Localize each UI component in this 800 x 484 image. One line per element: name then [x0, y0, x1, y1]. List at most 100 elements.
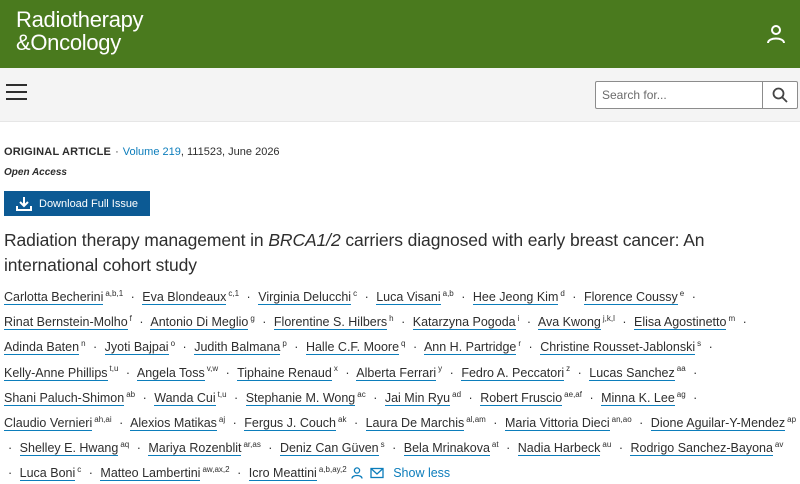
author-affiliation[interactable]: a,b,1 — [105, 289, 123, 298]
author-name[interactable]: Antonio Di Meglio — [150, 315, 249, 331]
author-affiliation[interactable]: ah,ai — [94, 415, 111, 424]
author-affiliation[interactable]: e — [680, 289, 684, 298]
author-name[interactable]: Luca Boni — [19, 466, 76, 482]
author-name[interactable]: Ann H. Partridge — [423, 340, 517, 356]
author-name[interactable]: Hee Jeong Kim — [472, 290, 559, 306]
author-name[interactable]: Rinat Bernstein-Molho — [4, 315, 128, 331]
author-name[interactable]: Matteo Lambertini — [100, 466, 201, 482]
author-affiliation[interactable]: r — [518, 339, 521, 348]
author-affiliation[interactable]: ar,as — [243, 440, 260, 449]
author-name[interactable]: Deniz Can Güven — [279, 441, 379, 457]
author-name[interactable]: Judith Balmana — [194, 340, 281, 356]
author-name[interactable]: Virginia Delucchi — [258, 290, 352, 306]
user-icon[interactable] — [764, 22, 788, 46]
author-name[interactable]: Katarzyna Pogoda — [412, 315, 516, 331]
author-name[interactable]: Icro Meattini — [248, 466, 317, 482]
author-affiliation[interactable]: aw,ax,2 — [202, 465, 229, 474]
hamburger-menu-icon[interactable] — [6, 84, 28, 104]
author-affiliation[interactable]: t,u — [218, 390, 227, 399]
author-name[interactable]: Maria Vittoria Dieci — [504, 415, 610, 431]
author-name[interactable]: Carlotta Becherini — [4, 290, 104, 306]
author-affiliation[interactable]: p — [282, 339, 286, 348]
author-affiliation[interactable]: h — [389, 314, 393, 323]
author-affiliation[interactable]: o — [171, 339, 175, 348]
author-affiliation[interactable]: f — [130, 314, 132, 323]
author-name[interactable]: Dione Aguilar-Y-Mendez — [650, 415, 786, 431]
author-name[interactable]: Luca Visani — [376, 290, 441, 306]
author-affiliation[interactable]: aj — [219, 415, 225, 424]
author-affiliation[interactable]: t,u — [110, 364, 119, 373]
author-affiliation[interactable]: c,1 — [228, 289, 239, 298]
author-name[interactable]: Kelly-Anne Phillips — [4, 365, 108, 381]
author-name[interactable]: Bela Mrinakova — [403, 441, 490, 457]
author-name[interactable]: Shelley E. Hwang — [19, 441, 119, 457]
author-affiliation[interactable]: ap — [787, 415, 796, 424]
author-affiliation[interactable]: aq — [120, 440, 129, 449]
author-name[interactable]: Laura De Marchis — [365, 415, 465, 431]
search-button[interactable] — [762, 82, 797, 108]
author-affiliation[interactable]: c — [77, 465, 81, 474]
author-affiliation[interactable]: at — [492, 440, 499, 449]
author-name[interactable]: Stephanie M. Wong — [245, 390, 356, 406]
author-affiliation[interactable]: y — [438, 364, 442, 373]
author-affiliation[interactable]: a,b,ay,2 — [319, 465, 347, 474]
volume-link[interactable]: Volume 219 — [123, 146, 181, 158]
mail-icon[interactable] — [370, 467, 384, 479]
author-affiliation[interactable]: m — [728, 314, 735, 323]
author-name[interactable]: Shani Paluch-Shimon — [4, 390, 125, 406]
author-affiliation[interactable]: ad — [452, 390, 461, 399]
author-name[interactable]: Jyoti Bajpai — [104, 340, 169, 356]
author-name[interactable]: Rodrigo Sanchez-Bayona — [630, 441, 773, 457]
author-name[interactable]: Lucas Sanchez — [589, 365, 675, 381]
author-name[interactable]: Jai Min Ryu — [384, 390, 451, 406]
author-affiliation[interactable]: g — [250, 314, 254, 323]
author-affiliation[interactable]: av — [775, 440, 783, 449]
author-name[interactable]: Wanda Cui — [154, 390, 216, 406]
author-name[interactable]: Minna K. Lee — [601, 390, 675, 406]
author-name[interactable]: Alexios Matikas — [130, 415, 217, 431]
author-name[interactable]: Tiphaine Renaud — [237, 365, 332, 381]
author-name[interactable]: Eva Blondeaux — [142, 290, 227, 306]
show-less-toggle[interactable]: Show less — [393, 466, 450, 480]
author-affiliation[interactable]: ab — [126, 390, 135, 399]
author-affiliation[interactable]: d — [560, 289, 564, 298]
author-affiliation[interactable]: x — [334, 364, 338, 373]
author-name[interactable]: Alberta Ferrari — [356, 365, 437, 381]
author-name[interactable]: Adinda Baten — [4, 340, 80, 356]
author-name[interactable]: Elisa Agostinetto — [634, 315, 727, 331]
author-name[interactable]: Fedro A. Peccatori — [461, 365, 565, 381]
author-affiliation[interactable]: z — [566, 364, 570, 373]
author-affiliation[interactable]: ae,af — [564, 390, 582, 399]
author-affiliation[interactable]: v,w — [207, 364, 218, 373]
author-affiliation[interactable]: j,k,l — [603, 314, 615, 323]
author-affiliation[interactable]: c — [353, 289, 357, 298]
author-name[interactable]: Florence Coussy — [583, 290, 678, 306]
author-affiliation[interactable]: ac — [357, 390, 365, 399]
person-icon[interactable] — [350, 467, 364, 479]
author-affiliation[interactable]: s — [697, 339, 701, 348]
author-affiliation[interactable]: an,ao — [612, 415, 632, 424]
download-full-issue-button[interactable]: Download Full Issue — [4, 191, 150, 216]
author-name[interactable]: Halle C.F. Moore — [305, 340, 400, 356]
author-affiliation[interactable]: a,b — [443, 289, 454, 298]
author-affiliation[interactable]: aa — [677, 364, 686, 373]
author-name[interactable]: Robert Fruscio — [480, 390, 563, 406]
author-affiliation[interactable]: n — [81, 339, 85, 348]
author-affiliation[interactable]: s — [381, 440, 385, 449]
author-name[interactable]: Mariya Rozenblit — [148, 441, 242, 457]
author-affiliation[interactable]: au — [602, 440, 611, 449]
author-name[interactable]: Claudio Vernieri — [4, 415, 93, 431]
author-affiliation[interactable]: ag — [677, 390, 686, 399]
author-name[interactable]: Florentine S. Hilbers — [273, 315, 388, 331]
author-affiliation[interactable]: q — [401, 339, 405, 348]
author-name[interactable]: Angela Toss — [136, 365, 205, 381]
author-affiliation[interactable]: al,am — [466, 415, 486, 424]
author-name[interactable]: Ava Kwong — [537, 315, 601, 331]
search-input[interactable] — [596, 82, 762, 108]
journal-logo[interactable]: Radiotherapy &Oncology — [16, 8, 144, 54]
author-affiliation[interactable]: ak — [338, 415, 346, 424]
author-affiliation[interactable]: i — [518, 314, 520, 323]
author-name[interactable]: Christine Rousset-Jablonski — [540, 340, 696, 356]
author-name[interactable]: Nadia Harbeck — [517, 441, 601, 457]
author-name[interactable]: Fergus J. Couch — [244, 415, 336, 431]
